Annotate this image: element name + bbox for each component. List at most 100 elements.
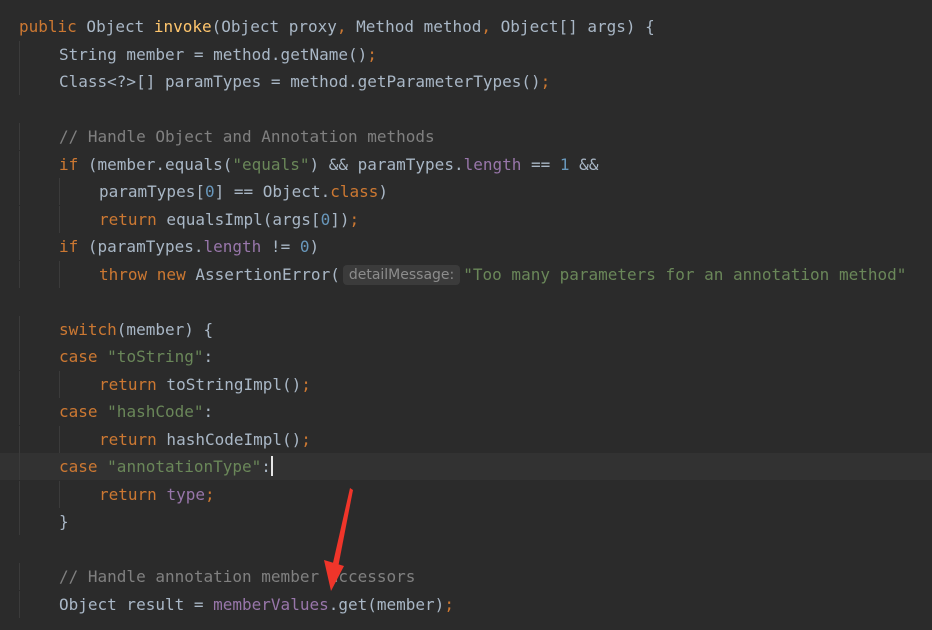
code-token: "hashCode" [107,402,204,421]
code-editor[interactable]: public Object invoke(Object proxy, Metho… [0,0,932,630]
indent-guide [19,343,20,370]
code-line[interactable]: public Object invoke(Object proxy, Metho… [0,13,932,40]
indent-guide [59,178,60,205]
code-line-current[interactable]: case "annotationType": [0,453,932,480]
code-token: String member = method.getName() [59,45,368,64]
code-token: 0 [320,210,331,229]
code-text: String member = method.getName(); [59,41,377,68]
code-token: (member) { [116,320,214,339]
code-text: return type; [99,481,215,508]
indent-guide [19,178,20,205]
code-token: ) [378,182,389,201]
code-text: Class<?>[] paramTypes = method.getParame… [59,68,550,95]
code-token: ; [301,375,311,394]
code-token: , [481,17,492,36]
code-token: memberValues [213,595,329,614]
code-token: Object result = [59,595,214,614]
code-line[interactable]: // Handle annotation member accessors [0,563,932,590]
code-token: "equals" [232,155,310,174]
indent-guide [19,123,20,150]
code-token: return [99,485,157,504]
code-line[interactable]: if (paramTypes.length != 0) [0,233,932,260]
indent-guide [59,481,60,508]
code-text: throw new AssertionError(detailMessage: "… [99,261,906,288]
code-token: && [569,155,599,174]
code-token: return [99,210,157,229]
code-token: case [59,457,98,476]
code-token: ; [367,45,377,64]
indent-guide [59,371,60,398]
indent-guide [19,261,20,288]
indent-guide [19,481,20,508]
indent-guide [19,233,20,260]
code-line[interactable]: Class<?>[] paramTypes = method.getParame… [0,68,932,95]
code-text: case "annotationType": [59,453,273,480]
code-line[interactable]: return toStringImpl(); [0,371,932,398]
code-token: paramTypes[ [99,182,205,201]
code-line[interactable]: case "hashCode": [0,398,932,425]
code-line[interactable]: Object result = memberValues.get(member)… [0,591,932,618]
code-token: ; [301,430,311,449]
code-token: ) [309,237,320,256]
code-token: length [203,237,262,256]
indent-guide [19,151,20,178]
code-token: public [19,17,77,36]
code-token: } [59,512,69,531]
indent-guide [19,371,20,398]
code-token: equalsImpl(args[ [156,210,321,229]
code-line[interactable]: } [0,508,932,535]
code-token: : [203,347,214,366]
code-token: Class<?>[] paramTypes = method.getParame… [59,72,541,91]
code-line[interactable]: paramTypes[0] == Object.class) [0,178,932,205]
indent-guide [59,206,60,233]
code-token: if [59,155,79,174]
code-token: : [261,457,271,476]
indent-guide [19,563,20,590]
code-line[interactable] [0,536,932,563]
code-line[interactable]: throw new AssertionError(detailMessage: "… [0,261,932,288]
indent-guide [19,398,20,425]
code-token: length [463,155,522,174]
indent-guide [19,316,20,343]
code-token: : [203,402,214,421]
code-token: ]) [330,210,350,229]
indent-guide [19,453,20,480]
indent-guide [59,426,60,453]
code-line[interactable] [0,288,932,315]
code-token: ; [444,595,454,614]
code-token: type [166,485,205,504]
code-token: // Handle annotation member accessors [59,567,416,586]
code-line[interactable]: return type; [0,481,932,508]
code-line[interactable]: return hashCodeImpl(); [0,426,932,453]
code-text: public Object invoke(Object proxy, Metho… [19,13,655,40]
code-token: .get(member) [328,595,445,614]
code-line[interactable]: if (member.equals("equals") && paramType… [0,151,932,178]
code-token: ; [204,485,215,504]
code-line[interactable]: switch(member) { [0,316,932,343]
code-line[interactable] [0,96,932,123]
code-token: 1 [559,155,570,174]
indent-guide [19,426,20,453]
text-caret [270,456,273,476]
code-token: if [59,237,79,256]
code-token: 0 [204,182,215,201]
code-line[interactable]: // Handle Object and Annotation methods [0,123,932,150]
code-token: case [59,402,98,421]
code-token: (paramTypes. [78,237,204,256]
code-token: Method method [346,17,482,36]
code-line[interactable]: return equalsImpl(args[0]); [0,206,932,233]
code-token: switch [59,320,117,339]
code-text: case "toString": [59,343,213,370]
code-token: ; [349,210,360,229]
code-token: != [261,237,300,256]
code-token: invoke [153,17,212,36]
code-line[interactable]: case "toString": [0,343,932,370]
code-token: "Too many parameters for an annotation m… [463,265,907,284]
code-text: // Handle annotation member accessors [59,563,415,590]
code-text: Object result = memberValues.get(member)… [59,591,454,618]
code-text: if (paramTypes.length != 0) [59,233,319,260]
indent-guide [19,41,20,68]
code-line[interactable]: String member = method.getName(); [0,41,932,68]
